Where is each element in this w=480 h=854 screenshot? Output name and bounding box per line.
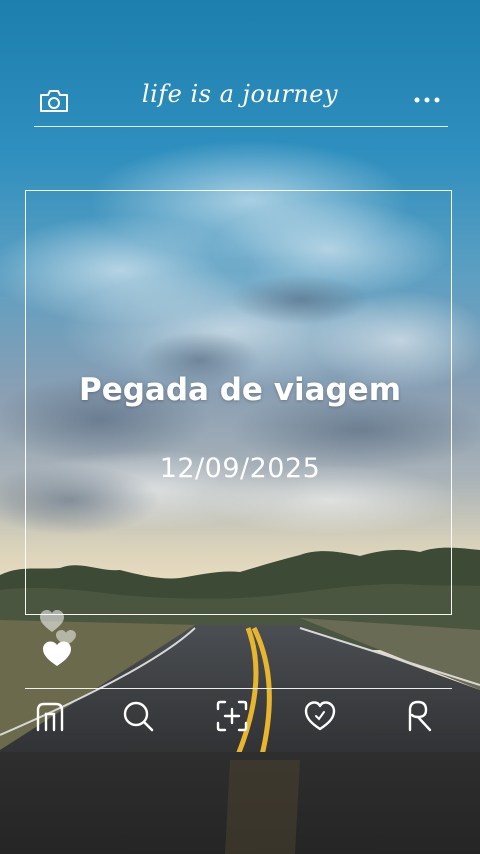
app-title: life is a journey <box>141 80 339 108</box>
heart-icon[interactable] <box>302 698 338 734</box>
search-icon[interactable] <box>120 698 156 734</box>
header-divider <box>34 126 448 127</box>
screen: life is a journey Pegada de viagem 12/09… <box>0 0 480 854</box>
post-date: 12/09/2025 <box>159 453 321 484</box>
more-dots-icon[interactable] <box>412 92 442 108</box>
nav-divider <box>25 688 452 689</box>
home-icon[interactable] <box>32 698 68 734</box>
post-heading: Pegada de viagem <box>78 372 402 408</box>
add-post-icon[interactable] <box>214 698 250 734</box>
camera-icon[interactable] <box>38 88 70 114</box>
profile-icon[interactable] <box>400 698 436 734</box>
hearts-icon[interactable] <box>36 608 86 670</box>
